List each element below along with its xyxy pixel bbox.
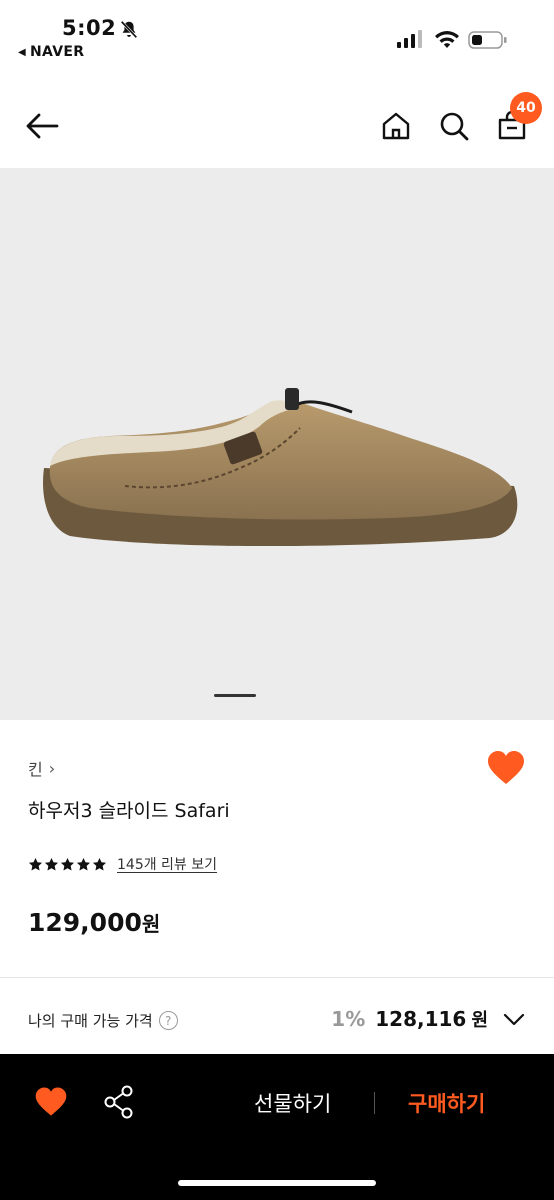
product-title: 하우저3 슬라이드 Safari xyxy=(28,800,230,822)
rating-row: 145개 리뷰 보기 xyxy=(28,854,217,874)
rating-stars xyxy=(28,857,107,872)
bottom-like-heart-icon[interactable] xyxy=(34,1086,68,1118)
product-image-carousel[interactable] xyxy=(0,168,554,720)
back-button[interactable] xyxy=(22,106,62,146)
my-price-amount-group: 128,116 원 xyxy=(375,1006,488,1032)
status-time: 5:02 xyxy=(62,16,117,40)
help-icon[interactable]: ? xyxy=(158,1011,178,1030)
star-icon xyxy=(92,857,107,870)
home-icon xyxy=(382,112,410,140)
home-button[interactable] xyxy=(376,106,416,146)
status-bar: 5:02 ◀ NAVER xyxy=(0,0,554,72)
wifi-icon xyxy=(435,31,459,48)
star-icon xyxy=(76,857,91,870)
discount-percent: 1% xyxy=(331,1007,366,1031)
my-price-row[interactable]: 나의 구매 가능 가격 ? 1% 128,116 원 xyxy=(0,978,554,1054)
signal-icon xyxy=(397,30,422,48)
bottom-action-bar: 선물하기 구매하기 xyxy=(0,1054,554,1200)
cart-count-badge: 40 xyxy=(510,92,542,124)
star-icon xyxy=(28,857,43,870)
home-indicator[interactable] xyxy=(178,1180,376,1186)
search-icon xyxy=(440,112,469,141)
my-price-value: 1% 128,116 원 xyxy=(331,1006,526,1032)
my-price-label: 나의 구매 가능 가격 xyxy=(28,1012,153,1030)
like-heart-icon[interactable] xyxy=(486,750,526,786)
battery-icon xyxy=(468,31,507,49)
share-icon[interactable] xyxy=(102,1084,136,1120)
price-amount: 129,000 xyxy=(28,908,142,937)
my-price-amount: 128,116 xyxy=(375,1007,467,1031)
chevron-right-icon: › xyxy=(48,758,56,778)
back-triangle-icon: ◀ xyxy=(18,46,26,58)
my-price-unit: 원 xyxy=(471,1010,488,1031)
brand-link[interactable]: 킨 › xyxy=(28,756,55,780)
price-unit: 원 xyxy=(141,912,161,936)
back-arrow-icon xyxy=(26,113,59,139)
bell-slash-icon xyxy=(120,20,138,39)
back-to-app-link[interactable]: ◀ NAVER xyxy=(18,44,84,60)
chevron-down-icon[interactable] xyxy=(502,1007,526,1031)
star-icon xyxy=(44,857,59,870)
search-button[interactable] xyxy=(434,106,474,146)
back-app-label: NAVER xyxy=(30,44,85,60)
product-image xyxy=(43,388,518,547)
button-separator xyxy=(374,1092,375,1114)
gift-button[interactable]: 선물하기 xyxy=(254,1088,331,1118)
brand-name: 킨 xyxy=(28,760,43,779)
buy-button[interactable]: 구매하기 xyxy=(408,1088,485,1118)
my-price-label-group: 나의 구매 가능 가격 ? xyxy=(28,1010,178,1031)
star-icon xyxy=(60,857,75,870)
product-price: 129,000원 xyxy=(28,908,160,937)
review-link[interactable]: 145개 리뷰 보기 xyxy=(117,854,217,874)
carousel-page-indicator xyxy=(214,694,256,697)
top-navigation-bar xyxy=(0,88,554,164)
